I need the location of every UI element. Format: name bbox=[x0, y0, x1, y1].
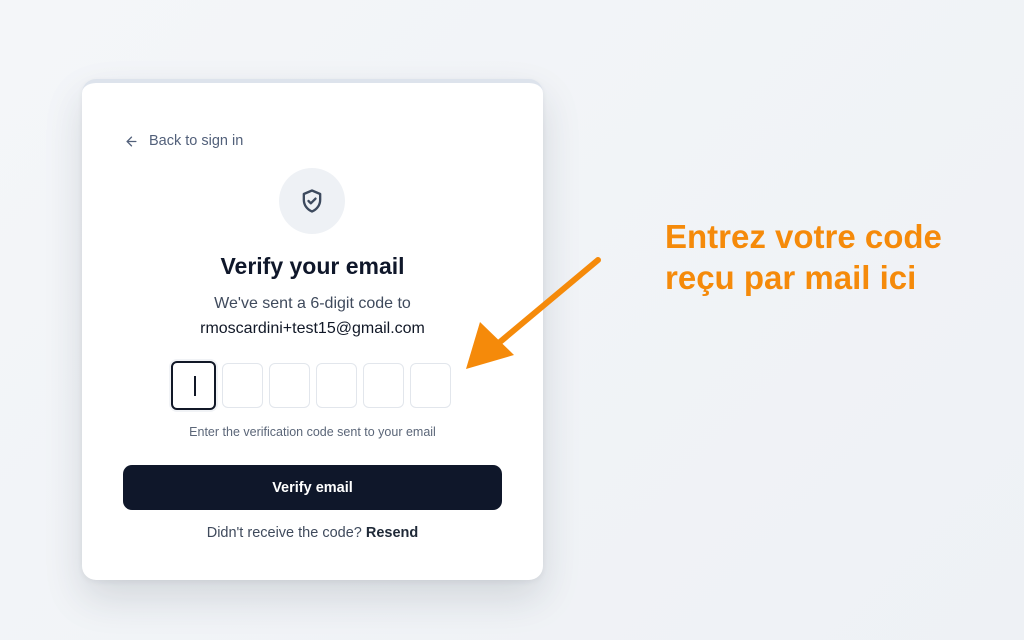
annotation-text: Entrez votre code reçu par mail ici bbox=[665, 216, 1005, 298]
back-to-sign-in-link[interactable]: Back to sign in bbox=[124, 133, 243, 149]
annotation-line-2: reçu par mail ici bbox=[665, 259, 917, 296]
code-digit-5[interactable] bbox=[363, 363, 404, 408]
code-digit-1[interactable] bbox=[171, 361, 216, 410]
back-label: Back to sign in bbox=[149, 133, 244, 149]
code-digit-2[interactable] bbox=[222, 363, 263, 408]
code-input-group bbox=[171, 361, 451, 410]
page: Back to sign in Verify your email We've … bbox=[0, 0, 1024, 640]
shield-badge bbox=[279, 168, 345, 234]
verify-email-button[interactable]: Verify email bbox=[123, 465, 502, 510]
resend-link[interactable]: Resend bbox=[366, 525, 418, 541]
shield-check-icon bbox=[302, 189, 322, 213]
code-digit-6[interactable] bbox=[410, 363, 451, 408]
verify-card: Back to sign in Verify your email We've … bbox=[82, 79, 543, 580]
subtitle: We've sent a 6-digit code to bbox=[214, 295, 411, 312]
email-address: rmoscardini+test15@gmail.com bbox=[200, 320, 425, 337]
annotation-line-1: Entrez votre code bbox=[665, 218, 942, 255]
resend-line: Didn't receive the code? Resend bbox=[82, 525, 543, 541]
text-caret bbox=[194, 376, 196, 396]
arrow-left-icon bbox=[126, 136, 137, 146]
code-digit-3[interactable] bbox=[269, 363, 310, 408]
resend-prompt: Didn't receive the code? bbox=[206, 525, 362, 541]
page-title: Verify your email bbox=[220, 253, 405, 279]
code-digit-4[interactable] bbox=[316, 363, 357, 408]
code-hint: Enter the verification code sent to your… bbox=[189, 425, 436, 439]
